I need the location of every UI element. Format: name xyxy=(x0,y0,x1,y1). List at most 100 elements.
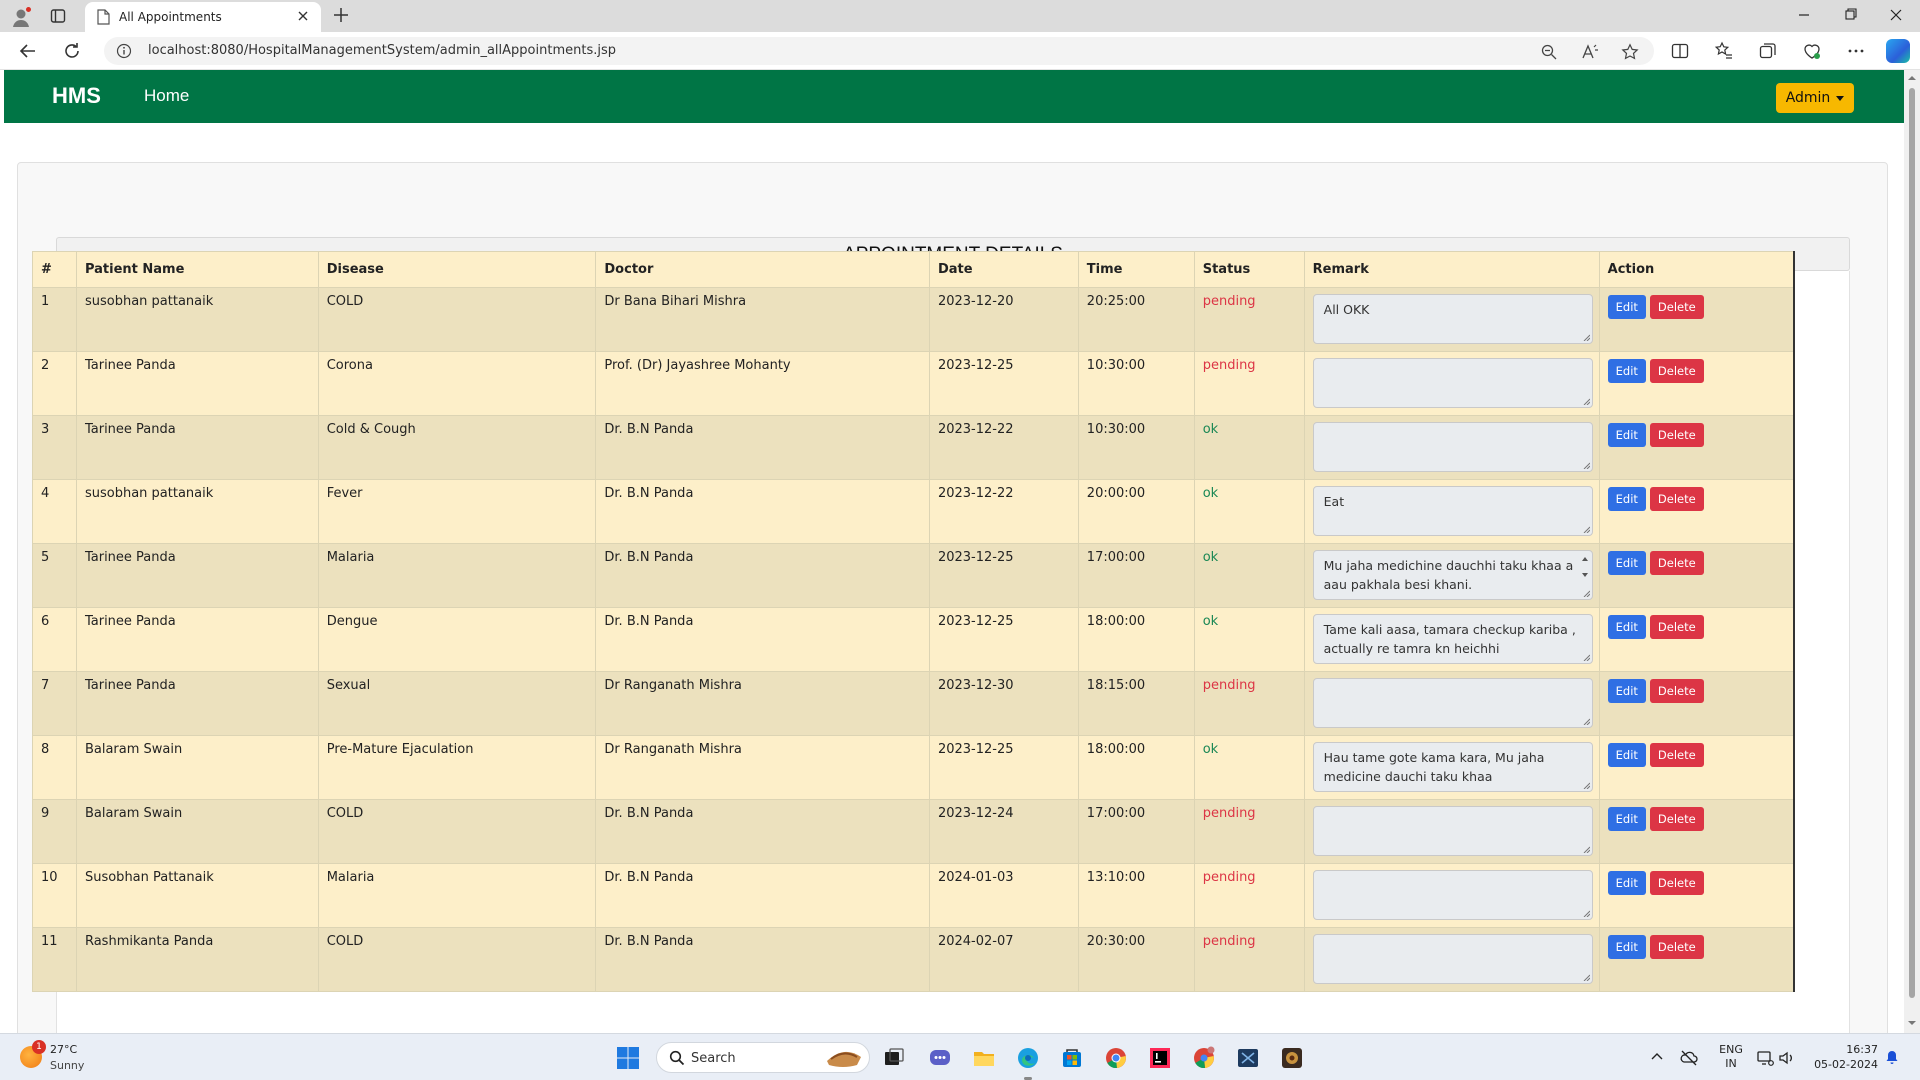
edit-button[interactable]: Edit xyxy=(1607,359,1646,383)
page-scrollbar[interactable] xyxy=(1904,70,1920,1033)
notification-bell-icon[interactable] xyxy=(1884,1049,1900,1065)
resize-handle-icon[interactable] xyxy=(1582,333,1590,341)
resize-handle-icon[interactable] xyxy=(1582,845,1590,853)
volume-icon[interactable] xyxy=(1778,1049,1796,1067)
app-game-icon[interactable] xyxy=(1280,1046,1304,1070)
resize-handle-icon[interactable] xyxy=(1582,973,1590,981)
restore-icon[interactable] xyxy=(1838,6,1862,24)
weather-temperature[interactable]: 27°C xyxy=(50,1043,77,1056)
remark-textarea[interactable]: Eat xyxy=(1312,486,1593,536)
delete-button[interactable]: Delete xyxy=(1649,423,1704,447)
resize-handle-icon[interactable] xyxy=(1582,461,1590,469)
tab-actions-icon[interactable] xyxy=(50,8,66,24)
doctor-name: Dr. B.N Panda xyxy=(595,607,930,672)
resize-handle-icon[interactable] xyxy=(1582,717,1590,725)
brand-logo[interactable]: HMS xyxy=(52,83,101,109)
remark-textarea[interactable]: Hau tame gote kama kara, Mu jaha medicin… xyxy=(1312,742,1593,792)
delete-button[interactable]: Delete xyxy=(1649,487,1704,511)
remark-textarea[interactable] xyxy=(1312,934,1593,984)
edit-button[interactable]: Edit xyxy=(1607,615,1646,639)
tab-all-appointments[interactable]: All Appointments xyxy=(85,2,321,32)
favorites-icon[interactable] xyxy=(1714,41,1734,61)
delete-button[interactable]: Delete xyxy=(1649,551,1704,575)
show-hidden-icons-icon[interactable] xyxy=(1650,1050,1664,1064)
back-icon[interactable] xyxy=(18,41,38,61)
weather-description[interactable]: Sunny xyxy=(50,1059,84,1072)
refresh-icon[interactable] xyxy=(62,41,82,61)
delete-button[interactable]: Delete xyxy=(1649,871,1704,895)
edge-browser-icon[interactable] xyxy=(1016,1046,1040,1070)
close-tab-icon[interactable] xyxy=(295,8,311,24)
onedrive-offline-icon[interactable] xyxy=(1680,1049,1698,1067)
input-language[interactable]: ENG IN xyxy=(1716,1043,1746,1071)
delete-button[interactable]: Delete xyxy=(1649,359,1704,383)
copilot-icon[interactable] xyxy=(1886,39,1910,63)
delete-button[interactable]: Delete xyxy=(1649,807,1704,831)
remote-desktop-icon[interactable] xyxy=(1236,1046,1260,1070)
network-icon[interactable] xyxy=(1756,1049,1774,1067)
action-cell: Edit Delete xyxy=(1598,735,1795,800)
more-options-icon[interactable] xyxy=(1846,41,1866,61)
edit-button[interactable]: Edit xyxy=(1607,807,1646,831)
remark-textarea[interactable] xyxy=(1312,806,1593,856)
edit-button[interactable]: Edit xyxy=(1607,487,1646,511)
collections-icon[interactable] xyxy=(1758,41,1778,61)
delete-button[interactable]: Delete xyxy=(1649,615,1704,639)
delete-button[interactable]: Delete xyxy=(1649,935,1704,959)
remark-textarea[interactable] xyxy=(1312,870,1593,920)
teams-chat-icon[interactable] xyxy=(928,1046,952,1070)
chrome-profile-icon[interactable] xyxy=(1192,1046,1216,1070)
new-tab-icon[interactable] xyxy=(332,6,350,24)
nav-home-link[interactable]: Home xyxy=(144,86,189,106)
system-clock[interactable]: 16:37 05-02-2024 xyxy=(1810,1042,1878,1072)
textarea-scroll-arrows-icon[interactable] xyxy=(1580,553,1590,583)
edit-button[interactable]: Edit xyxy=(1607,679,1646,703)
action-cell: Edit Delete xyxy=(1598,607,1795,672)
admin-dropdown-button[interactable]: Admin xyxy=(1776,83,1854,113)
read-aloud-icon[interactable] xyxy=(1581,43,1599,61)
remark-textarea[interactable]: Tame kali aasa, tamara checkup kariba , … xyxy=(1312,614,1593,664)
zoom-icon[interactable] xyxy=(1540,43,1558,61)
edit-button[interactable]: Edit xyxy=(1607,551,1646,575)
disease: Corona xyxy=(317,351,597,416)
edit-button[interactable]: Edit xyxy=(1607,935,1646,959)
resize-handle-icon[interactable] xyxy=(1582,653,1590,661)
taskbar-search[interactable]: Search xyxy=(656,1042,870,1073)
address-bar[interactable]: localhost:8080/HospitalManagementSystem/… xyxy=(104,37,1654,65)
remark-textarea[interactable] xyxy=(1312,678,1593,728)
delete-button[interactable]: Delete xyxy=(1649,679,1704,703)
windows-start-icon[interactable] xyxy=(616,1046,640,1070)
resize-handle-icon[interactable] xyxy=(1582,589,1590,597)
edit-button[interactable]: Edit xyxy=(1607,871,1646,895)
remark-textarea[interactable]: All OKK xyxy=(1312,294,1593,344)
intellij-idea-icon[interactable] xyxy=(1148,1046,1172,1070)
remark-textarea[interactable]: Mu jaha medichine dauchhi taku khaa a aa… xyxy=(1312,550,1593,600)
close-window-icon[interactable] xyxy=(1884,6,1908,24)
resize-handle-icon[interactable] xyxy=(1582,909,1590,917)
resize-handle-icon[interactable] xyxy=(1582,781,1590,789)
site-info-icon[interactable] xyxy=(116,43,132,59)
delete-button[interactable]: Delete xyxy=(1649,295,1704,319)
minimize-icon[interactable] xyxy=(1792,6,1816,24)
remark-textarea[interactable] xyxy=(1312,422,1593,472)
profile-icon[interactable] xyxy=(10,6,32,28)
browser-essentials-icon[interactable] xyxy=(1802,41,1822,61)
split-screen-icon[interactable] xyxy=(1670,41,1690,61)
resize-handle-icon[interactable] xyxy=(1582,397,1590,405)
url-text[interactable]: localhost:8080/HospitalManagementSystem/… xyxy=(148,43,616,58)
scrollbar-thumb[interactable] xyxy=(1909,88,1915,998)
resize-handle-icon[interactable] xyxy=(1582,525,1590,533)
delete-button[interactable]: Delete xyxy=(1649,743,1704,767)
scroll-up-icon[interactable] xyxy=(1907,73,1917,83)
edit-button[interactable]: Edit xyxy=(1607,295,1646,319)
task-view-icon[interactable] xyxy=(882,1046,906,1070)
edit-button[interactable]: Edit xyxy=(1607,743,1646,767)
chrome-icon[interactable] xyxy=(1104,1046,1128,1070)
favorite-star-icon[interactable] xyxy=(1621,43,1639,61)
edit-button[interactable]: Edit xyxy=(1607,423,1646,447)
microsoft-store-icon[interactable] xyxy=(1060,1046,1084,1070)
scroll-down-icon[interactable] xyxy=(1907,1018,1917,1028)
appointment-time: 20:00:00 xyxy=(1077,479,1195,544)
file-explorer-icon[interactable] xyxy=(972,1046,996,1070)
remark-textarea[interactable] xyxy=(1312,358,1593,408)
